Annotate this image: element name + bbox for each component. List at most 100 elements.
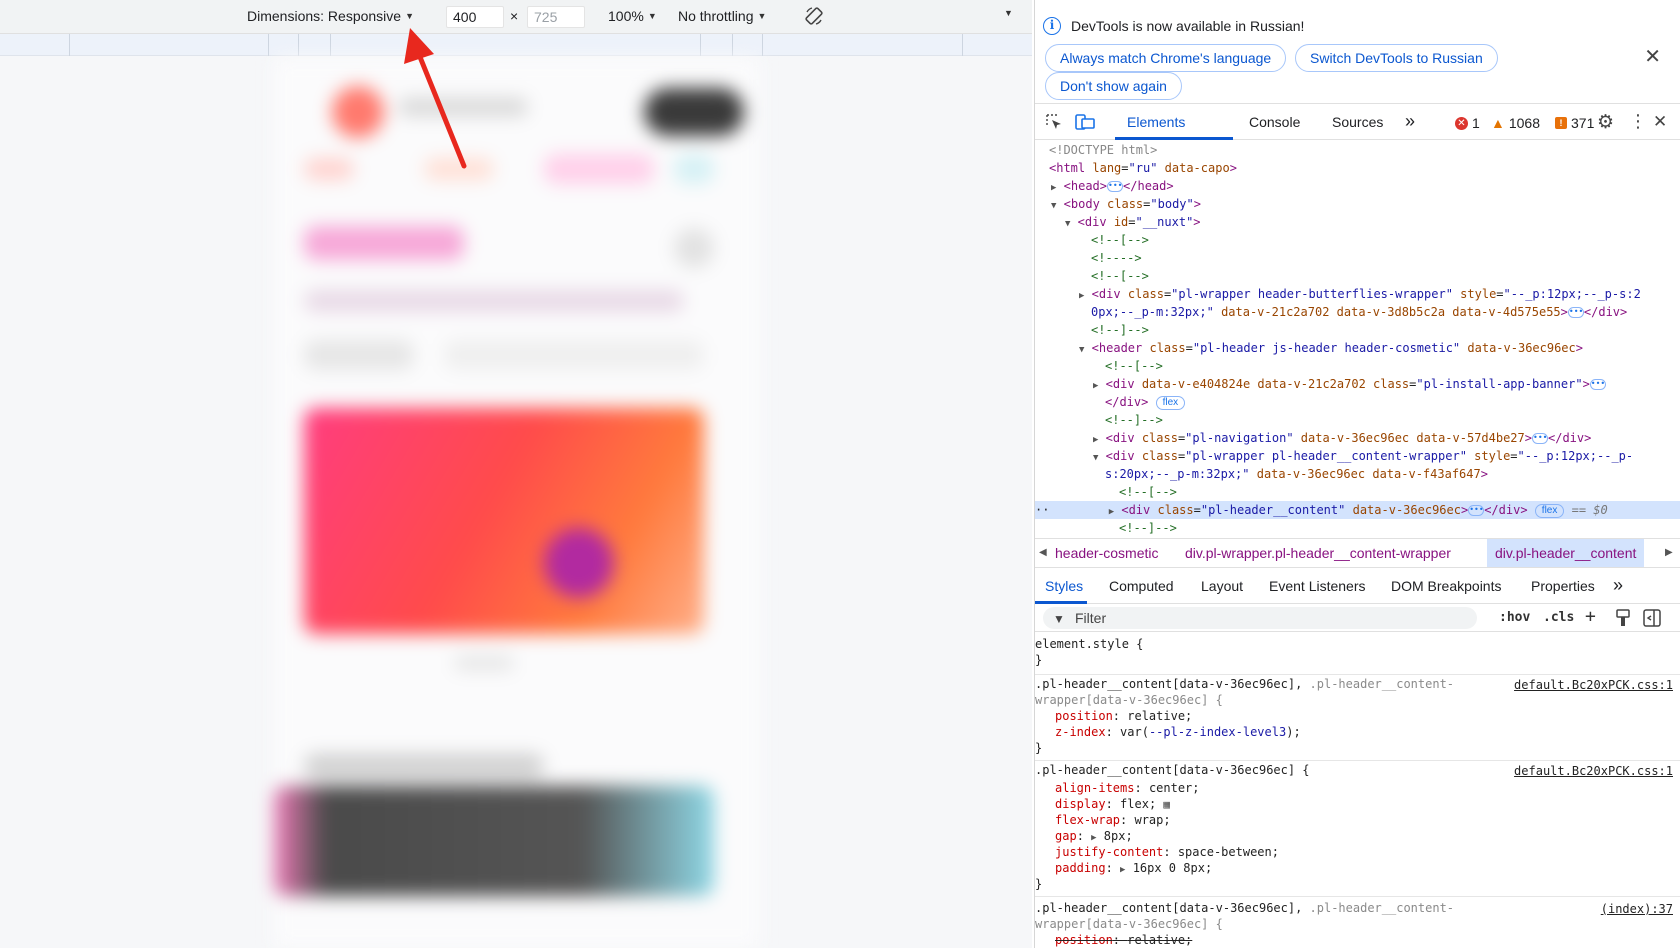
dom-comment[interactable]: <!--]--> [1091,321,1149,339]
throttling-dropdown[interactable]: No throttling ▼ [678,8,766,24]
filter-input[interactable]: Filter [1043,607,1477,629]
more-options-button[interactable]: ▼ [1004,8,1013,18]
dom-comment[interactable]: <!--]--> [1119,519,1177,537]
css-rule-selector[interactable]: element.style { [1035,636,1143,652]
css-declaration[interactable]: gap: ▶ 8px; [1055,828,1133,844]
flex-badge[interactable]: flex [1534,503,1565,518]
expand-triangle-icon: ▶ [1108,507,1115,517]
devtools-panel: i DevTools is now available in Russian! … [1034,0,1680,948]
dom-node[interactable]: ▶ <div class="pl-navigation" data-v-36ec… [1093,429,1591,447]
dom-node[interactable]: ▶ <div class="pl-wrapper header-butterfl… [1079,285,1641,303]
dom-comment[interactable]: <!--[--> [1105,357,1163,375]
device-toolbar: Dimensions: Responsive ▼ 400 × 725 100% … [0,0,1032,34]
dom-node[interactable]: ▶ <head>•••</head> [1051,177,1174,195]
css-rule-selector[interactable]: .pl-header__content[data-v-36ec96ec], .p… [1035,900,1454,916]
breadcrumb-item[interactable]: header-cosmetic [1055,545,1159,561]
dom-node[interactable]: <!DOCTYPE html> [1049,141,1157,159]
times-sign: × [510,8,519,24]
dom-comment[interactable]: <!----> [1091,249,1142,267]
kebab-menu-icon[interactable]: ⋮ [1629,111,1647,132]
dom-node-continued[interactable]: 0px;--_p-m:32px;" data-v-21c2a702 data-v… [1091,303,1627,321]
styles-tab-bar: Styles Computed Layout Event Listeners D… [1035,570,1680,604]
class-toggle[interactable]: .cls [1543,610,1574,625]
flex-editor-icon[interactable]: ▦ [1163,798,1170,811]
device-emulation-area: Dimensions: Responsive ▼ 400 × 725 100% … [0,0,1032,948]
dont-show-again-button[interactable]: Don't show again [1045,72,1182,100]
dom-node[interactable]: ▶ <div data-v-e404824e data-v-21c2a702 c… [1093,375,1606,393]
css-declaration[interactable]: display: flex; ▦ [1055,796,1170,812]
issues-counter[interactable]: ! 371 [1555,115,1594,131]
css-rule-selector-cont: wrapper[data-v-36ec96ec] { [1035,917,1223,931]
hover-state-toggle[interactable]: :hov [1499,610,1530,625]
dom-node[interactable]: <html lang="ru" data-capo> [1049,159,1237,177]
breadcrumb-item-active[interactable]: div.pl-header__content [1487,539,1645,567]
css-declaration[interactable]: padding: ▶ 16px 0 8px; [1055,860,1212,876]
switch-to-russian-button[interactable]: Switch DevTools to Russian [1295,44,1498,72]
gear-icon[interactable]: ⚙ [1597,111,1614,134]
rotate-button[interactable] [804,6,824,26]
ruler-tick [268,34,269,56]
tab-sources[interactable]: Sources [1332,114,1383,130]
dom-node-continued[interactable]: </div> flex [1105,393,1186,411]
selected-dom-node[interactable]: ·· ▶ <div class="pl-header__content" dat… [1035,501,1680,519]
dom-node[interactable]: ▼ <div class="pl-wrapper pl-header__cont… [1093,447,1633,465]
zoom-dropdown[interactable]: 100% ▼ [608,8,657,24]
css-declaration[interactable]: align-items: center; [1055,780,1200,796]
more-tabs-icon[interactable]: » [1405,111,1415,132]
dimensions-dropdown[interactable]: Dimensions: Responsive ▼ [247,8,414,24]
css-declaration[interactable]: flex-wrap: wrap; [1055,812,1171,828]
active-tab-indicator [1115,137,1233,140]
scroll-left-icon[interactable]: ◀ [1039,547,1047,558]
tab-elements[interactable]: Elements [1127,114,1185,130]
media-query-ruler[interactable] [0,34,1032,56]
inspect-element-icon[interactable] [1045,113,1063,131]
css-declaration-overridden[interactable]: position: relative; [1055,932,1192,948]
css-declaration[interactable]: z-index: var(--pl-z-index-level3); [1055,724,1301,740]
expand-triangle-icon: ▶ [1093,435,1099,445]
dom-comment[interactable]: <!--]--> [1105,411,1163,429]
error-icon: ✕ [1455,116,1468,130]
breadcrumb-item[interactable]: div.pl-wrapper.pl-header__content-wrappe… [1185,545,1451,561]
language-infobar: i DevTools is now available in Russian! … [1035,0,1680,104]
add-rule-icon[interactable]: + [1585,606,1596,627]
dom-comment[interactable]: <!--[--> [1091,267,1149,285]
dom-node[interactable]: ▼ <body class="body"> [1051,195,1201,213]
close-icon[interactable]: ✕ [1644,44,1661,69]
dom-node[interactable]: ▼ <header class="pl-header js-header hea… [1079,339,1583,357]
close-devtools-icon[interactable]: ✕ [1653,112,1667,132]
css-source-link[interactable]: (index):37 [1601,902,1673,916]
css-source-link[interactable]: default.Bc20xPCK.css:1 [1514,678,1673,692]
preview-card [274,786,714,896]
error-counter[interactable]: ✕ 1 [1455,115,1480,131]
dom-node-continued[interactable]: s:20px;--_p-m:32px;" data-v-36ec96ec dat… [1105,465,1488,483]
throttling-label: No throttling [678,8,754,24]
sidebar-toggle-icon[interactable] [1643,609,1661,627]
paint-brush-icon[interactable] [1615,609,1631,627]
tab-layout[interactable]: Layout [1201,578,1243,594]
dom-comment[interactable]: <!--[--> [1119,483,1177,501]
dom-node[interactable]: ▼ <div id="__nuxt"> [1065,213,1201,231]
tab-dom-breakpoints[interactable]: DOM Breakpoints [1391,578,1501,594]
height-input[interactable]: 725 [527,6,585,28]
css-rule-selector[interactable]: .pl-header__content[data-v-36ec96ec] { [1035,762,1310,778]
styles-filter-bar: Filter ▼ :hov .cls + [1035,604,1680,632]
rule-divider [1035,760,1680,761]
flex-badge[interactable]: flex [1155,395,1186,410]
tab-properties[interactable]: Properties [1531,578,1595,594]
dom-comment[interactable]: <!--[--> [1091,231,1149,249]
more-tabs-icon[interactable]: » [1613,575,1623,596]
ellipsis-badge: ••• [1589,379,1606,390]
device-toggle-icon[interactable] [1075,113,1095,131]
css-source-link[interactable]: default.Bc20xPCK.css:1 [1514,764,1673,778]
tab-event-listeners[interactable]: Event Listeners [1269,578,1366,594]
css-rule-selector[interactable]: .pl-header__content[data-v-36ec96ec], .p… [1035,676,1454,692]
scroll-right-icon[interactable]: ▶ [1665,547,1673,558]
css-declaration[interactable]: justify-content: space-between; [1055,844,1279,860]
preview-chip [444,340,704,370]
always-match-language-button[interactable]: Always match Chrome's language [1045,44,1287,72]
warning-counter[interactable]: ▲ 1068 [1491,115,1540,131]
tab-styles[interactable]: Styles [1045,578,1083,594]
tab-computed[interactable]: Computed [1109,578,1174,594]
css-declaration[interactable]: position: relative; [1055,708,1192,724]
tab-console[interactable]: Console [1249,114,1300,130]
